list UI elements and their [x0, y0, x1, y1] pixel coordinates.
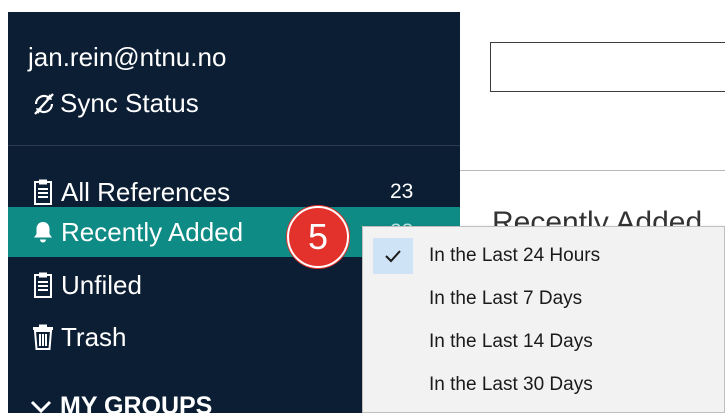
search-input[interactable]	[490, 42, 725, 92]
sidebar-item-label: Recently Added	[61, 216, 244, 247]
sidebar-item-label: Unfiled	[61, 269, 142, 300]
bell-icon	[30, 217, 56, 247]
main-divider	[460, 170, 725, 171]
sidebar-divider	[8, 145, 460, 146]
menu-item-label: In the Last 30 Days	[429, 374, 593, 395]
sync-off-icon	[30, 90, 58, 118]
my-groups-label: MY GROUPS	[60, 392, 213, 413]
step-badge: 5	[287, 206, 349, 268]
chevron-down-icon	[30, 400, 52, 413]
menu-item-label: In the Last 14 Days	[429, 331, 593, 352]
menu-item-last-24-hours[interactable]: In the Last 24 Hours	[363, 235, 725, 277]
checkmark-icon	[373, 238, 413, 274]
clipboard-icon	[30, 270, 56, 300]
sidebar-item-label: Trash	[61, 321, 127, 352]
clipboard-icon	[30, 177, 56, 207]
my-groups-header[interactable]: MY GROUPS	[30, 392, 212, 413]
menu-item-label: In the Last 24 Hours	[429, 245, 601, 266]
menu-item-last-30-days[interactable]: In the Last 30 Days	[363, 364, 725, 406]
sync-status-label: Sync Status	[60, 88, 199, 118]
step-number: 5	[307, 216, 329, 257]
sync-status-button[interactable]: Sync Status	[30, 88, 199, 119]
time-filter-menu: In the Last 24 Hours In the Last 7 Days …	[362, 226, 725, 413]
account-email: jan.rein@ntnu.no	[28, 42, 227, 72]
sidebar-item-count: 23	[390, 180, 414, 203]
menu-item-last-14-days[interactable]: In the Last 14 Days	[363, 321, 725, 363]
menu-item-label: In the Last 7 Days	[429, 288, 583, 309]
trash-icon	[30, 322, 56, 352]
sidebar-item-label: All References	[61, 176, 231, 207]
menu-item-last-7-days[interactable]: In the Last 7 Days	[363, 278, 725, 320]
